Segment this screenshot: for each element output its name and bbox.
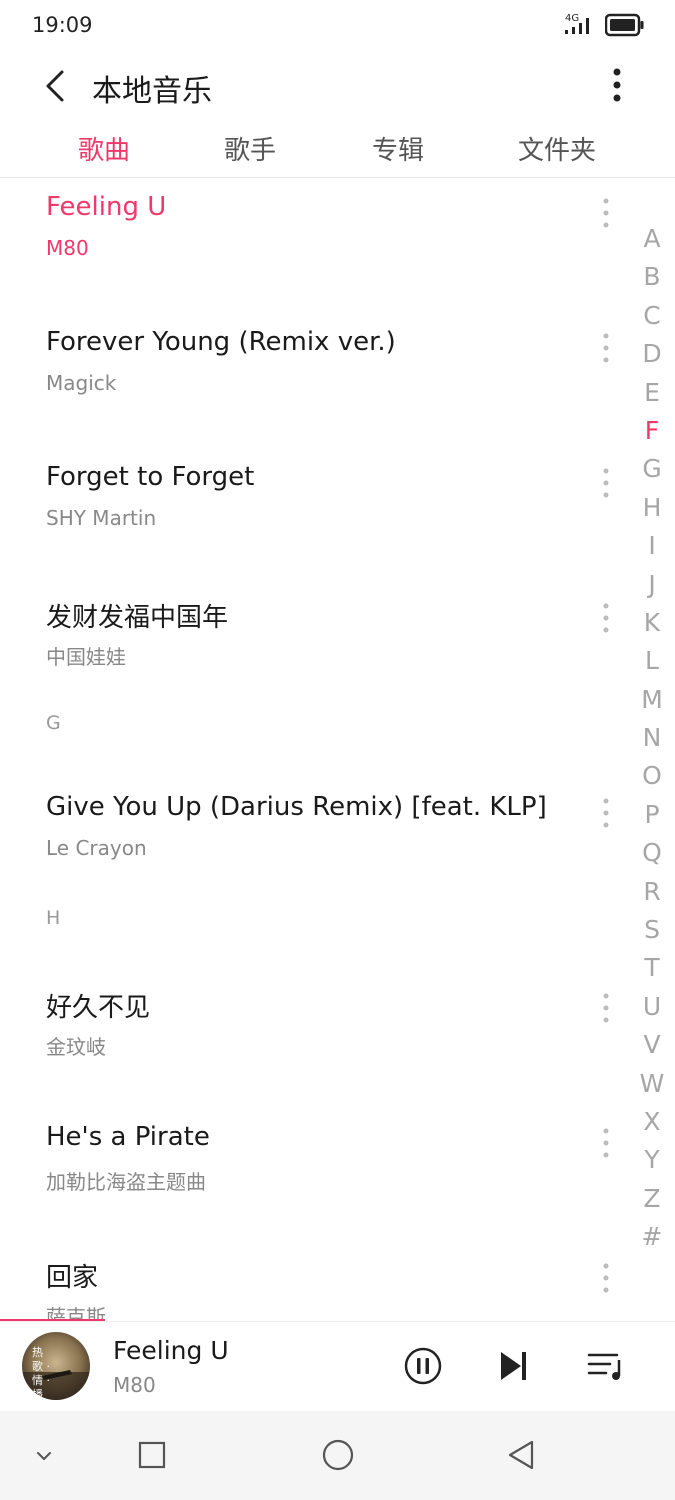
index-letter[interactable]: E bbox=[630, 374, 674, 412]
index-letter[interactable]: P bbox=[630, 796, 674, 834]
index-letter[interactable]: Q bbox=[630, 834, 674, 872]
more-vertical-icon[interactable] bbox=[596, 1261, 610, 1301]
song-artist: Le Crayon bbox=[46, 836, 147, 860]
circle-icon[interactable] bbox=[318, 1435, 358, 1475]
signal-icon: 4G bbox=[565, 13, 589, 34]
list-item[interactable]: He's a Pirate 加勒比海盗主题曲 bbox=[0, 1122, 610, 1252]
song-artist: Magick bbox=[46, 371, 117, 395]
list-item[interactable]: Give You Up (Darius Remix) [feat. KLP] L… bbox=[0, 792, 610, 922]
now-playing-artist: M80 bbox=[113, 1373, 156, 1397]
status-icons: 4G bbox=[563, 12, 645, 38]
index-letter[interactable]: L bbox=[630, 642, 674, 680]
index-letter[interactable]: N bbox=[630, 719, 674, 757]
index-letter[interactable]: G bbox=[630, 450, 674, 488]
index-letter[interactable]: D bbox=[630, 335, 674, 373]
index-letter[interactable]: F bbox=[630, 412, 674, 450]
index-letter[interactable]: I bbox=[630, 527, 674, 565]
more-vertical-icon[interactable] bbox=[596, 1126, 610, 1166]
album-art-text: 热歌 · 情 · 播 bbox=[32, 1346, 50, 1400]
song-title: Feeling U bbox=[46, 192, 167, 222]
playlist-icon[interactable] bbox=[586, 1346, 626, 1386]
page-title: 本地音乐 bbox=[92, 74, 212, 109]
tab-artists[interactable]: 歌手 bbox=[224, 130, 276, 167]
song-title: He's a Pirate bbox=[46, 1122, 210, 1152]
index-letter[interactable]: A bbox=[630, 220, 674, 258]
song-artist: 萨克斯 bbox=[46, 1305, 106, 1320]
mini-player[interactable]: 热歌 · 情 · 播 Feeling U M80 bbox=[0, 1321, 675, 1411]
section-header-g: G bbox=[46, 712, 61, 734]
album-art[interactable]: 热歌 · 情 · 播 bbox=[22, 1332, 90, 1400]
index-letter[interactable]: Z bbox=[630, 1180, 674, 1218]
triangle-back-icon[interactable] bbox=[502, 1435, 542, 1475]
index-letter[interactable]: S bbox=[630, 911, 674, 949]
alphabet-index[interactable]: A B C D E F G H I J K L M N O P Q R S T U V W X Y Z # bbox=[630, 220, 674, 1257]
list-item[interactable]: 回家 萨克斯 bbox=[0, 1257, 610, 1320]
index-letter[interactable]: C bbox=[630, 297, 674, 335]
section-header-h: H bbox=[46, 907, 61, 929]
now-playing-title: Feeling U bbox=[113, 1336, 229, 1365]
more-options-button[interactable] bbox=[605, 66, 629, 110]
song-title: 回家 bbox=[46, 1263, 99, 1293]
list-item[interactable]: Feeling U M80 bbox=[0, 192, 610, 322]
index-letter[interactable]: T bbox=[630, 949, 674, 987]
status-time: 19:09 bbox=[32, 13, 93, 37]
song-title: Give You Up (Darius Remix) [feat. KLP] bbox=[46, 792, 547, 822]
song-title: Forever Young (Remix ver.) bbox=[46, 327, 396, 357]
battery-icon bbox=[605, 13, 644, 37]
tab-bar: 歌曲 歌手 专辑 文件夹 bbox=[0, 124, 675, 178]
system-nav-bar bbox=[0, 1411, 675, 1500]
list-item[interactable]: Forget to Forget SHY Martin bbox=[0, 462, 610, 592]
song-title: 发财发福中国年 bbox=[46, 603, 229, 633]
chevron-left-icon bbox=[46, 70, 64, 102]
more-vertical-icon[interactable] bbox=[596, 991, 610, 1031]
index-letter[interactable]: R bbox=[630, 873, 674, 911]
song-artist: M80 bbox=[46, 236, 89, 260]
list-item[interactable]: Forever Young (Remix ver.) Magick bbox=[0, 327, 610, 457]
index-letter[interactable]: J bbox=[630, 566, 674, 604]
more-vertical-icon[interactable] bbox=[596, 796, 610, 836]
index-letter[interactable]: H bbox=[630, 489, 674, 527]
more-vertical-icon[interactable] bbox=[596, 196, 610, 236]
more-vertical-icon bbox=[613, 68, 621, 102]
index-letter[interactable]: X bbox=[630, 1103, 674, 1141]
index-letter[interactable]: K bbox=[630, 604, 674, 642]
index-letter[interactable]: # bbox=[630, 1218, 674, 1256]
skip-next-icon[interactable] bbox=[494, 1346, 534, 1386]
tab-songs[interactable]: 歌曲 bbox=[78, 130, 130, 167]
more-vertical-icon[interactable] bbox=[596, 331, 610, 371]
index-letter[interactable]: B bbox=[630, 258, 674, 296]
song-artist: 中国娃娃 bbox=[46, 645, 126, 669]
song-artist: SHY Martin bbox=[46, 506, 157, 530]
song-artist: 加勒比海盗主题曲 bbox=[46, 1170, 206, 1194]
song-title: Forget to Forget bbox=[46, 462, 255, 492]
chevron-down-icon[interactable] bbox=[24, 1435, 64, 1475]
index-letter[interactable]: O bbox=[630, 757, 674, 795]
app-bar: 本地音乐 bbox=[0, 54, 675, 120]
list-item[interactable]: 好久不见 金玟岐 bbox=[0, 987, 610, 1117]
square-icon[interactable] bbox=[132, 1435, 172, 1475]
network-type: 4G bbox=[565, 13, 579, 24]
index-letter[interactable]: Y bbox=[630, 1141, 674, 1179]
pause-circle-icon[interactable] bbox=[403, 1346, 443, 1386]
index-letter[interactable]: U bbox=[630, 988, 674, 1026]
back-button[interactable] bbox=[36, 64, 76, 108]
song-list[interactable]: Feeling U M80 Forever Young (Remix ver.)… bbox=[0, 178, 610, 1320]
index-letter[interactable]: M bbox=[630, 681, 674, 719]
status-bar: 19:09 4G bbox=[0, 0, 675, 54]
index-letter[interactable]: V bbox=[630, 1026, 674, 1064]
more-vertical-icon[interactable] bbox=[596, 601, 610, 641]
more-vertical-icon[interactable] bbox=[596, 466, 610, 506]
song-artist: 金玟岐 bbox=[46, 1035, 106, 1059]
song-title: 好久不见 bbox=[46, 993, 151, 1023]
list-item[interactable]: 发财发福中国年 中国娃娃 bbox=[0, 597, 610, 727]
index-letter[interactable]: W bbox=[630, 1065, 674, 1103]
tab-albums[interactable]: 专辑 bbox=[372, 130, 424, 167]
tab-folders[interactable]: 文件夹 bbox=[518, 130, 596, 167]
